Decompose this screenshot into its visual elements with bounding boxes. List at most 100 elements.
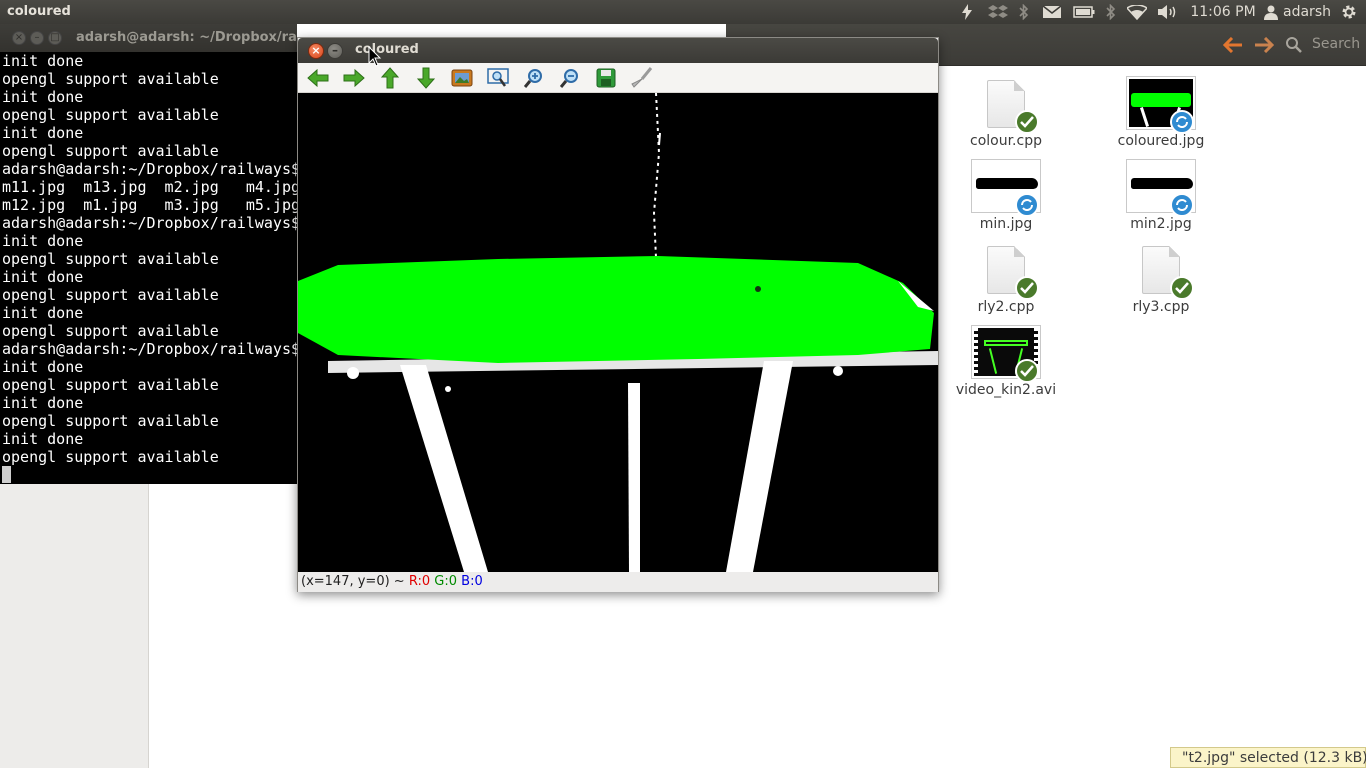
terminal-line: opengl support available — [2, 106, 219, 124]
back-icon[interactable] — [305, 66, 331, 90]
terminal-line: init done — [2, 88, 84, 106]
video-thumbnail — [971, 325, 1041, 383]
bluetooth-icon[interactable] — [1103, 3, 1119, 21]
file-name: rly2.cpp — [977, 299, 1035, 315]
file-rly2-cpp[interactable]: rly2.cpp — [941, 242, 1071, 315]
file-min-jpg[interactable]: min.jpg — [941, 159, 1071, 232]
file-icon — [1126, 242, 1196, 300]
viewer-statusbar: (x=147, y=0) ~ R:0 G:0 B:0 — [298, 572, 938, 592]
syncing-icon — [1015, 193, 1039, 217]
power-icon[interactable] — [958, 3, 976, 21]
synced-check-icon — [1170, 276, 1194, 300]
terminal-line: init done — [2, 394, 84, 412]
terminal-line: opengl support available — [2, 322, 219, 340]
close-icon[interactable]: × — [12, 31, 26, 45]
terminal-line: opengl support available — [2, 448, 219, 466]
save-icon[interactable] — [593, 66, 619, 90]
zoom-in-icon[interactable] — [521, 66, 547, 90]
terminal-line: adarsh@adarsh:~/Dropbox/railways$ — [2, 160, 297, 178]
terminal-line: init done — [2, 358, 84, 376]
terminal-line: init done — [2, 268, 84, 286]
terminal-line: opengl support available — [2, 286, 219, 304]
dropbox-icon[interactable] — [987, 3, 1009, 21]
file-colour-cpp[interactable]: colour.cpp — [941, 76, 1071, 149]
back-arrow-icon[interactable] — [1222, 34, 1244, 56]
file-video-kin2-avi[interactable]: video_kin2.avi — [941, 325, 1071, 398]
zoom-fit-icon[interactable] — [485, 66, 511, 90]
file-rly3-cpp[interactable]: rly3.cpp — [1096, 242, 1226, 315]
image-thumbnail — [971, 159, 1041, 217]
file-name: min.jpg — [979, 216, 1033, 232]
forward-arrow-icon[interactable] — [1253, 34, 1275, 56]
mouse-pointer-icon — [368, 45, 382, 72]
search-icon[interactable] — [1283, 34, 1305, 56]
user-icon[interactable] — [1263, 3, 1279, 21]
file-icon — [971, 76, 1041, 134]
syncing-icon — [1170, 110, 1194, 134]
file-name: colour.cpp — [970, 133, 1042, 149]
volume-icon[interactable] — [1157, 3, 1179, 21]
maximize-icon[interactable]: □ — [48, 31, 62, 45]
viewer-toolbar — [298, 63, 938, 93]
image-icon[interactable] — [449, 66, 475, 90]
terminal-line: init done — [2, 52, 84, 70]
viewer-titlebar[interactable]: × – coloured — [298, 38, 938, 63]
file-name: coloured.jpg — [1117, 133, 1205, 149]
image-viewer-window[interactable]: × – coloured (x=147, y=0) ~ R:0 G:0 B:0 — [297, 37, 939, 592]
file-name: video_kin2.avi — [955, 382, 1057, 398]
close-icon[interactable]: × — [308, 43, 324, 59]
gear-icon[interactable] — [1339, 3, 1359, 21]
minimize-icon[interactable]: – — [327, 43, 343, 59]
terminal-line: opengl support available — [2, 142, 219, 160]
terminal-line: adarsh@adarsh:~/Dropbox/railways$ — [2, 340, 297, 358]
terminal-line: init done — [2, 430, 84, 448]
mail-icon[interactable] — [1041, 3, 1063, 21]
syncing-icon — [1170, 193, 1194, 217]
terminal-line: opengl support available — [2, 376, 219, 394]
terminal-line: opengl support available — [2, 250, 219, 268]
file-name: min2.jpg — [1130, 216, 1192, 232]
synced-check-icon — [1015, 110, 1039, 134]
synced-check-icon — [1015, 359, 1039, 383]
terminal-line: adarsh@adarsh:~/Dropbox/railways$ — [2, 214, 297, 232]
file-name: rly3.cpp — [1132, 299, 1190, 315]
terminal-line: opengl support available — [2, 70, 219, 88]
terminal-output[interactable]: init done opengl support available init … — [0, 52, 297, 484]
down-icon[interactable] — [413, 66, 439, 90]
displayed-image — [298, 93, 938, 572]
search-button-label[interactable]: Search — [1312, 36, 1360, 52]
terminal-line: m11.jpg m13.jpg m2.jpg m4.jpg — [2, 178, 297, 196]
selection-status: "t2.jpg" selected (12.3 kB) — [1170, 747, 1366, 768]
battery-icon[interactable] — [1072, 3, 1096, 21]
image-canvas[interactable] — [298, 93, 938, 572]
clock[interactable]: 11:06 PM — [1190, 3, 1256, 21]
green-value: G:0 — [434, 574, 458, 589]
red-value: R:0 — [408, 574, 431, 589]
zoom-out-icon[interactable] — [557, 66, 583, 90]
terminal-title: adarsh@adarsh: ~/Dropbox/railways — [76, 30, 297, 45]
file-min2-jpg[interactable]: min2.jpg — [1096, 159, 1226, 232]
terminal-window[interactable]: × – □ adarsh@adarsh: ~/Dropbox/railways … — [0, 24, 297, 484]
wifi-icon[interactable] — [1126, 3, 1148, 21]
terminal-line: init done — [2, 124, 84, 142]
minimize-icon[interactable]: – — [30, 31, 44, 45]
file-icon — [971, 242, 1041, 300]
terminal-line: opengl support available — [2, 412, 219, 430]
terminal-line: m12.jpg m1.jpg m3.jpg m5.jpg — [2, 196, 297, 214]
blue-value: B:0 — [461, 574, 483, 589]
pixel-coordinates: (x=147, y=0) ~ — [301, 574, 405, 589]
terminal-line: init done — [2, 304, 84, 322]
user-name[interactable]: adarsh — [1282, 3, 1332, 21]
viewer-title: coloured — [355, 42, 419, 57]
brush-icon[interactable] — [629, 66, 655, 90]
bluetooth-icon[interactable] — [1016, 3, 1032, 21]
file-coloured-jpg[interactable]: coloured.jpg — [1096, 76, 1226, 149]
synced-check-icon — [1015, 276, 1039, 300]
image-thumbnail — [1126, 76, 1196, 134]
image-thumbnail — [1126, 159, 1196, 217]
top-panel: coloured 11:06 PM adarsh — [0, 0, 1366, 24]
forward-icon[interactable] — [341, 66, 367, 90]
terminal-cursor — [2, 466, 11, 483]
terminal-line: init done — [2, 232, 84, 250]
terminal-titlebar[interactable]: × – □ adarsh@adarsh: ~/Dropbox/railways — [0, 24, 297, 52]
